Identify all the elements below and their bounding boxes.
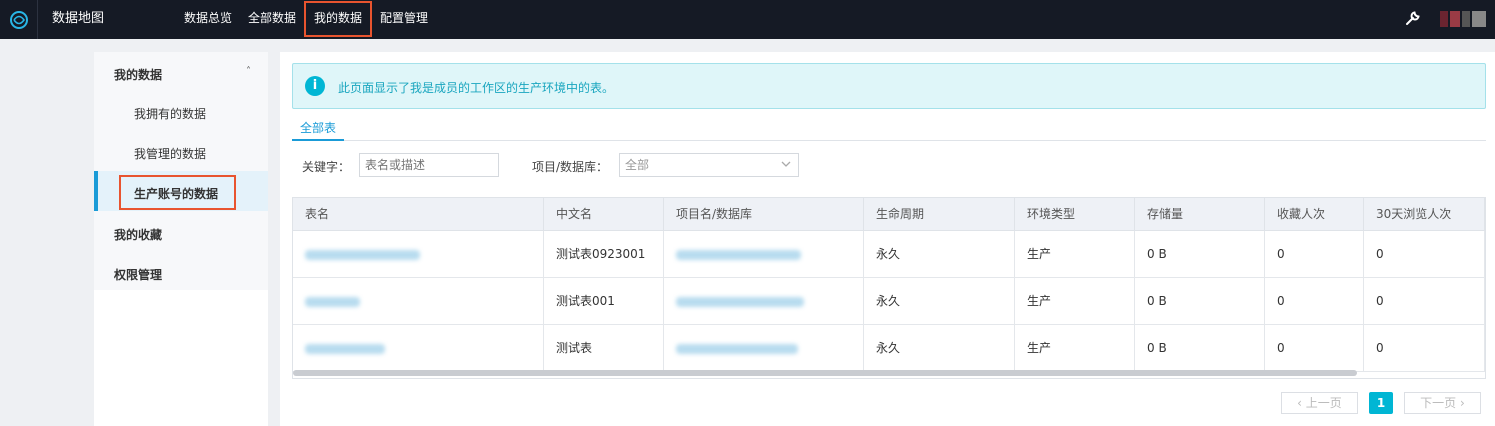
col-favorites[interactable]: 收藏人次 [1265,198,1364,231]
wrench-icon[interactable] [1404,9,1422,27]
tab-all-tables[interactable]: 全部表 [300,119,336,136]
nav-overview[interactable]: 数据总览 [176,0,240,36]
cell-views: 0 [1364,231,1485,278]
chevron-down-icon[interactable] [781,158,791,168]
project-link[interactable] [664,231,864,278]
table-name-link[interactable] [293,325,544,372]
cell-views: 0 [1364,325,1485,372]
cell-chinese-name: 测试表001 [544,278,664,325]
col-env[interactable]: 环境类型 [1015,198,1135,231]
tab-divider [292,140,1486,141]
chevron-up-icon[interactable]: ˄ [246,66,251,77]
cell-favorites: 0 [1265,325,1364,372]
sidebar-group-title[interactable]: 我的数据 [114,66,234,83]
sidebar-item-permissions[interactable]: 权限管理 [114,266,234,283]
cell-views: 0 [1364,278,1485,325]
data-table: 表名 中文名 项目名/数据库 生命周期 环境类型 存储量 收藏人次 30天浏览人… [292,197,1486,379]
app-title[interactable]: 数据地图 [52,0,104,37]
current-page-button[interactable]: 1 [1369,392,1393,414]
cell-chinese-name: 测试表 [544,325,664,372]
col-views[interactable]: 30天浏览人次 [1364,198,1485,231]
project-link[interactable] [664,278,864,325]
tab-active-underline [292,139,344,141]
keyword-label: 关键字： [302,160,351,174]
sidebar-item-managed[interactable]: 我管理的数据 [134,145,254,162]
table-name-link[interactable] [293,278,544,325]
highlight-box [119,175,236,210]
table-header: 表名 中文名 项目名/数据库 生命周期 环境类型 存储量 收藏人次 30天浏览人… [293,198,1485,231]
horizontal-scrollbar[interactable] [293,370,1357,376]
table-row[interactable]: 测试表001 永久 生产 0 B 0 0 [293,278,1485,325]
sidebar-item-owned[interactable]: 我拥有的数据 [134,105,254,122]
cell-env: 生产 [1015,231,1135,278]
sidebar-item-favorites[interactable]: 我的收藏 [114,226,234,243]
cell-lifecycle: 永久 [864,231,1015,278]
nav-config[interactable]: 配置管理 [372,0,436,36]
project-label: 项目/数据库： [532,160,609,174]
col-project[interactable]: 项目名/数据库 [664,198,864,231]
project-select[interactable]: 全部 [619,153,799,177]
user-avatar[interactable] [1440,11,1486,27]
project-link[interactable] [664,325,864,372]
col-table-name[interactable]: 表名 [293,198,544,231]
keyword-search-input[interactable] [359,153,499,177]
notice-text: 此页面显示了我是成员的工作区的生产环境中的表。 [338,81,615,95]
next-page-label: 下一页 [1420,396,1457,410]
logo-icon[interactable] [0,0,38,39]
prev-page-label: 上一页 [1305,396,1342,410]
main-nav: 数据总览 全部数据 我的数据 配置管理 [176,0,436,39]
cell-favorites: 0 [1265,278,1364,325]
col-chinese-name[interactable]: 中文名 [544,198,664,231]
table-row[interactable]: 测试表0923001 永久 生产 0 B 0 0 [293,231,1485,278]
cell-env: 生产 [1015,325,1135,372]
prev-page-button[interactable]: ‹ 上一页 [1281,392,1358,414]
col-storage[interactable]: 存储量 [1135,198,1265,231]
cell-favorites: 0 [1265,231,1364,278]
cell-storage: 0 B [1135,278,1265,325]
cell-lifecycle: 永久 [864,278,1015,325]
table-row[interactable]: 测试表 永久 生产 0 B 0 0 [293,325,1485,372]
cell-storage: 0 B [1135,325,1265,372]
cell-lifecycle: 永久 [864,325,1015,372]
sidebar-active-indicator [94,171,98,211]
info-icon: i [305,76,325,96]
cell-chinese-name: 测试表0923001 [544,231,664,278]
nav-all-data[interactable]: 全部数据 [240,0,304,36]
cell-storage: 0 B [1135,231,1265,278]
nav-my-data[interactable]: 我的数据 [304,1,373,37]
cell-env: 生产 [1015,278,1135,325]
top-navigation-bar: 数据地图 数据总览 全部数据 我的数据 配置管理 [0,0,1495,39]
table-name-link[interactable] [293,231,544,278]
col-lifecycle[interactable]: 生命周期 [864,198,1015,231]
next-page-button[interactable]: 下一页 › [1404,392,1481,414]
